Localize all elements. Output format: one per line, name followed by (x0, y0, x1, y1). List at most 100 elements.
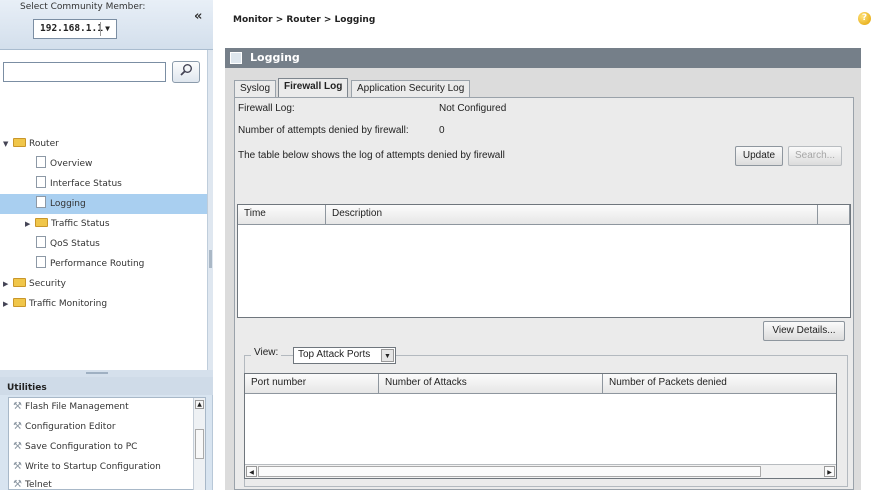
tree-node-router[interactable]: ▼ Router (3, 134, 207, 154)
tab-application-security-log[interactable]: Application Security Log (351, 80, 471, 97)
column-header-time[interactable]: Time (238, 205, 326, 225)
logging-panel: Syslog Firewall Log Application Security… (225, 68, 861, 490)
page-icon (36, 236, 46, 248)
firewall-log-table: Time Description (237, 204, 851, 318)
tree-area: ▼ Router Overview Interface Status Loggin… (0, 50, 207, 370)
utility-item-write-startup[interactable]: ⚒ Write to Startup Configuration (13, 461, 161, 472)
tree-node-label: Traffic Monitoring (29, 299, 108, 309)
expand-triangle-icon[interactable]: ▶ (3, 274, 13, 294)
tree-node-overview[interactable]: Overview (36, 154, 207, 174)
column-header-number-of-attacks[interactable]: Number of Attacks (379, 374, 603, 394)
community-member-selector: Select Community Member: « 192.168.1.1 ▼ (0, 0, 213, 50)
collapse-pane-icon[interactable]: « (194, 9, 202, 24)
table-note: The table below shows the log of attempt… (238, 150, 505, 161)
log-page-icon (230, 52, 242, 64)
page-title: Logging (250, 51, 300, 64)
wrench-icon: ⚒ (13, 479, 22, 490)
tree-node-performance-routing[interactable]: Performance Routing (36, 254, 207, 274)
wrench-icon: ⚒ (13, 401, 22, 412)
wrench-icon: ⚒ (13, 421, 22, 432)
panel-title-bar: Logging (225, 48, 861, 68)
tab-firewall-log[interactable]: Firewall Log (278, 78, 349, 98)
folder-icon (13, 138, 26, 147)
horizontal-scrollbar[interactable]: ◀ ▶ (245, 464, 836, 478)
wrench-icon: ⚒ (13, 441, 22, 452)
tree-node-label: Overview (50, 159, 93, 169)
tree-node-qos-status[interactable]: QoS Status (36, 234, 207, 254)
utility-item-flash-file-management[interactable]: ⚒ Flash File Management (13, 401, 129, 412)
page-icon (36, 256, 46, 268)
expand-triangle-icon[interactable]: ▶ (25, 214, 35, 234)
member-dropdown[interactable]: 192.168.1.1 ▼ (33, 19, 117, 39)
navigation-pane: Select Community Member: « 192.168.1.1 ▼… (0, 0, 213, 490)
utility-label: Configuration Editor (25, 422, 116, 432)
view-details-button[interactable]: View Details... (763, 321, 845, 341)
tree-node-label: Router (29, 139, 59, 149)
tab-syslog[interactable]: Syslog (234, 80, 277, 97)
page-icon (36, 176, 46, 188)
scrollbar-thumb[interactable] (195, 429, 204, 459)
utility-item-telnet[interactable]: ⚒ Telnet (13, 479, 52, 490)
member-value: 192.168.1.1 (40, 23, 103, 34)
scrollbar-thumb[interactable] (258, 466, 761, 477)
utility-label: Telnet (25, 480, 52, 490)
breadcrumb: Monitor > Router > Logging (233, 15, 376, 25)
attack-ports-table: Port number Number of Attacks Number of … (244, 373, 837, 479)
tree-node-label: QoS Status (50, 239, 100, 249)
view-dropdown-value: Top Attack Ports (298, 349, 371, 360)
column-header-port-number[interactable]: Port number (245, 374, 379, 394)
utility-label: Save Configuration to PC (25, 442, 138, 452)
firewall-log-value: Not Configured (439, 103, 507, 114)
column-header-extra (818, 205, 850, 225)
tree-search-input[interactable] (3, 62, 166, 82)
scroll-up-icon[interactable]: ▲ (195, 400, 204, 409)
splitter-grip-icon (86, 372, 108, 374)
search-button-disabled[interactable]: Search... (788, 146, 842, 166)
view-dropdown[interactable]: Top Attack Ports ▼ (293, 347, 396, 364)
attempts-denied-value: 0 (439, 125, 445, 136)
page-icon (36, 196, 46, 208)
update-button[interactable]: Update (735, 146, 783, 166)
column-header-description[interactable]: Description (326, 205, 818, 225)
search-icon (180, 64, 192, 76)
page-icon (36, 156, 46, 168)
expand-triangle-icon[interactable]: ▼ (3, 134, 13, 154)
member-label: Select Community Member: (20, 2, 146, 12)
tree-node-logging[interactable]: Logging (0, 194, 207, 214)
tree-node-label: Logging (50, 199, 86, 209)
splitter-grip-icon (209, 250, 212, 268)
tree-node-label: Performance Routing (50, 259, 145, 269)
utility-item-configuration-editor[interactable]: ⚒ Configuration Editor (13, 421, 116, 432)
wrench-icon: ⚒ (13, 461, 22, 472)
firewall-log-label: Firewall Log: (238, 103, 295, 114)
tree-node-label: Interface Status (50, 179, 122, 189)
chevron-down-icon[interactable]: ▼ (381, 349, 394, 362)
vertical-splitter[interactable] (207, 50, 213, 370)
utilities-scrollbar[interactable]: ▲ (193, 398, 205, 490)
folder-icon (13, 278, 26, 287)
tree-node-label: Traffic Status (51, 219, 110, 229)
folder-icon (13, 298, 26, 307)
horizontal-splitter[interactable] (0, 370, 213, 377)
expand-triangle-icon[interactable]: ▶ (3, 294, 13, 314)
tree-node-traffic-monitoring[interactable]: ▶ Traffic Monitoring (3, 294, 207, 314)
view-label: View: (251, 347, 282, 365)
column-header-packets-denied[interactable]: Number of Packets denied (603, 374, 836, 394)
folder-icon (35, 218, 48, 227)
utilities-header: Utilities (0, 377, 213, 395)
attempts-denied-label: Number of attempts denied by firewall: (238, 125, 409, 136)
help-icon[interactable]: ? (858, 12, 871, 25)
utility-label: Write to Startup Configuration (25, 462, 161, 472)
chevron-down-icon[interactable]: ▼ (100, 22, 114, 36)
scroll-right-icon[interactable]: ▶ (824, 466, 835, 477)
firewall-log-tab-panel: Firewall Log: Not Configured Number of a… (234, 97, 854, 490)
utility-label: Flash File Management (25, 402, 129, 412)
utilities-list: ⚒ Flash File Management ⚒ Configuration Ed… (8, 397, 206, 490)
utility-item-save-configuration[interactable]: ⚒ Save Configuration to PC (13, 441, 137, 452)
tree-node-security[interactable]: ▶ Security (3, 274, 207, 294)
scroll-left-icon[interactable]: ◀ (246, 466, 257, 477)
search-button[interactable] (172, 61, 200, 83)
tree-node-interface-status[interactable]: Interface Status (36, 174, 207, 194)
tree-node-label: Security (29, 279, 66, 289)
tree-node-traffic-status[interactable]: ▶ Traffic Status (25, 214, 207, 234)
